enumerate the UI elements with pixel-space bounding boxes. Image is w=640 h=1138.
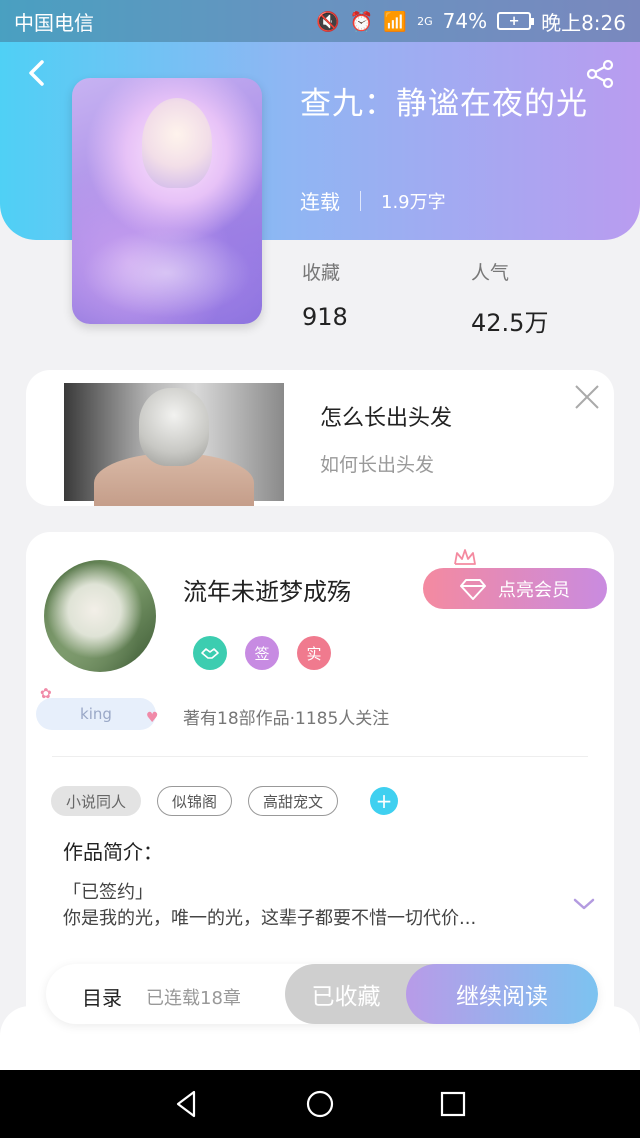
intro-label: 作品简介： [63,840,163,864]
clock: 晚上8:26 [541,10,626,35]
favorites-stat: 收藏 918 [302,258,348,331]
favorites-value: 918 [302,303,348,331]
network-label: 2G [417,14,433,28]
book-meta: 连载 1.9万字 [300,186,446,215]
meta-divider [360,190,361,211]
continue-reading-button[interactable]: 继续阅读 [406,964,598,1024]
tag-item[interactable]: 高甜宠文 [248,786,339,816]
verified-badge[interactable]: 实 [297,636,331,670]
popularity-value: 42.5万 [471,309,549,337]
tag-item[interactable]: 小说同人 [51,786,142,816]
ad-image[interactable] [64,383,284,506]
battery-icon: + [497,12,535,30]
status-bar: 中国电信 🔇 ⏰ 📶 2G 74% + 晚上8:26 [0,0,640,42]
popularity-label: 人气 [471,262,510,284]
word-count: 1.9万字 [381,191,446,213]
vip-button-label: 点亮会员 [498,579,570,601]
ad-card[interactable]: 怎么长出头发 如何长出头发 [26,370,614,506]
system-nav-bar [0,1070,640,1138]
ad-title[interactable]: 怎么长出头发 [320,400,452,432]
nav-home-icon[interactable] [305,1089,335,1119]
nav-back-icon[interactable] [172,1089,202,1119]
book-cover-image[interactable] [72,78,262,324]
add-tag-button[interactable]: + [370,787,399,815]
tag-item[interactable]: 似锦阁 [157,786,233,816]
book-title: 查九：静谧在夜的光 [300,86,588,122]
ad-image-head [139,388,209,466]
author-stats: 著有18部作品·1185人关注 [183,709,390,729]
tag-list: 小说同人 似锦阁 高甜宠文 + [51,786,399,816]
continue-reading-label: 继续阅读 [456,984,548,1010]
favorites-label: 收藏 [302,262,341,284]
author-avatar[interactable] [44,560,156,672]
diamond-icon [460,578,486,600]
serial-chapter-count: 已连载18章 [146,988,241,1009]
serial-status: 连载 [300,190,340,214]
cover-title-art [82,228,252,318]
signed-badge[interactable]: 签 [245,636,279,670]
vip-button[interactable]: 点亮会员 [423,568,607,609]
action-bar: 目录 已连载18章 已收藏 继续阅读 [46,964,598,1024]
author-badges: 签 实 [193,636,331,670]
mute-icon: 🔇 [316,10,340,33]
intro-text[interactable]: 你是我的光，唯一的光，这辈子都要不惜一切代价... [63,904,543,930]
fan-title-tag: king [36,698,156,730]
popularity-stat: 人气 42.5万 [471,258,548,338]
divider [52,756,588,757]
ad-subtitle: 如何长出头发 [320,454,435,476]
back-arrow-icon[interactable] [22,58,52,88]
battery-percent: 74% [442,9,488,33]
status-icons: 🔇 ⏰ 📶 2G 74% + 晚上8:26 [316,7,626,36]
crown-icon [454,549,476,565]
favorited-label: 已收藏 [311,984,381,1010]
alarm-icon: ⏰ [349,10,374,33]
handshake-badge-icon[interactable] [193,636,227,670]
author-name[interactable]: 流年未逝梦成殇 [183,572,351,607]
catalog-button[interactable]: 目录 [82,982,122,1011]
cover-character [142,98,212,188]
heart-icon: ♥ [146,710,159,726]
chevron-down-icon[interactable] [572,896,596,912]
wifi-icon: 📶 [383,10,408,33]
intro-status: 「已签约」 [63,882,153,903]
close-icon[interactable] [574,384,600,410]
nav-recents-icon[interactable] [438,1089,468,1119]
carrier-label: 中国电信 [14,10,94,35]
